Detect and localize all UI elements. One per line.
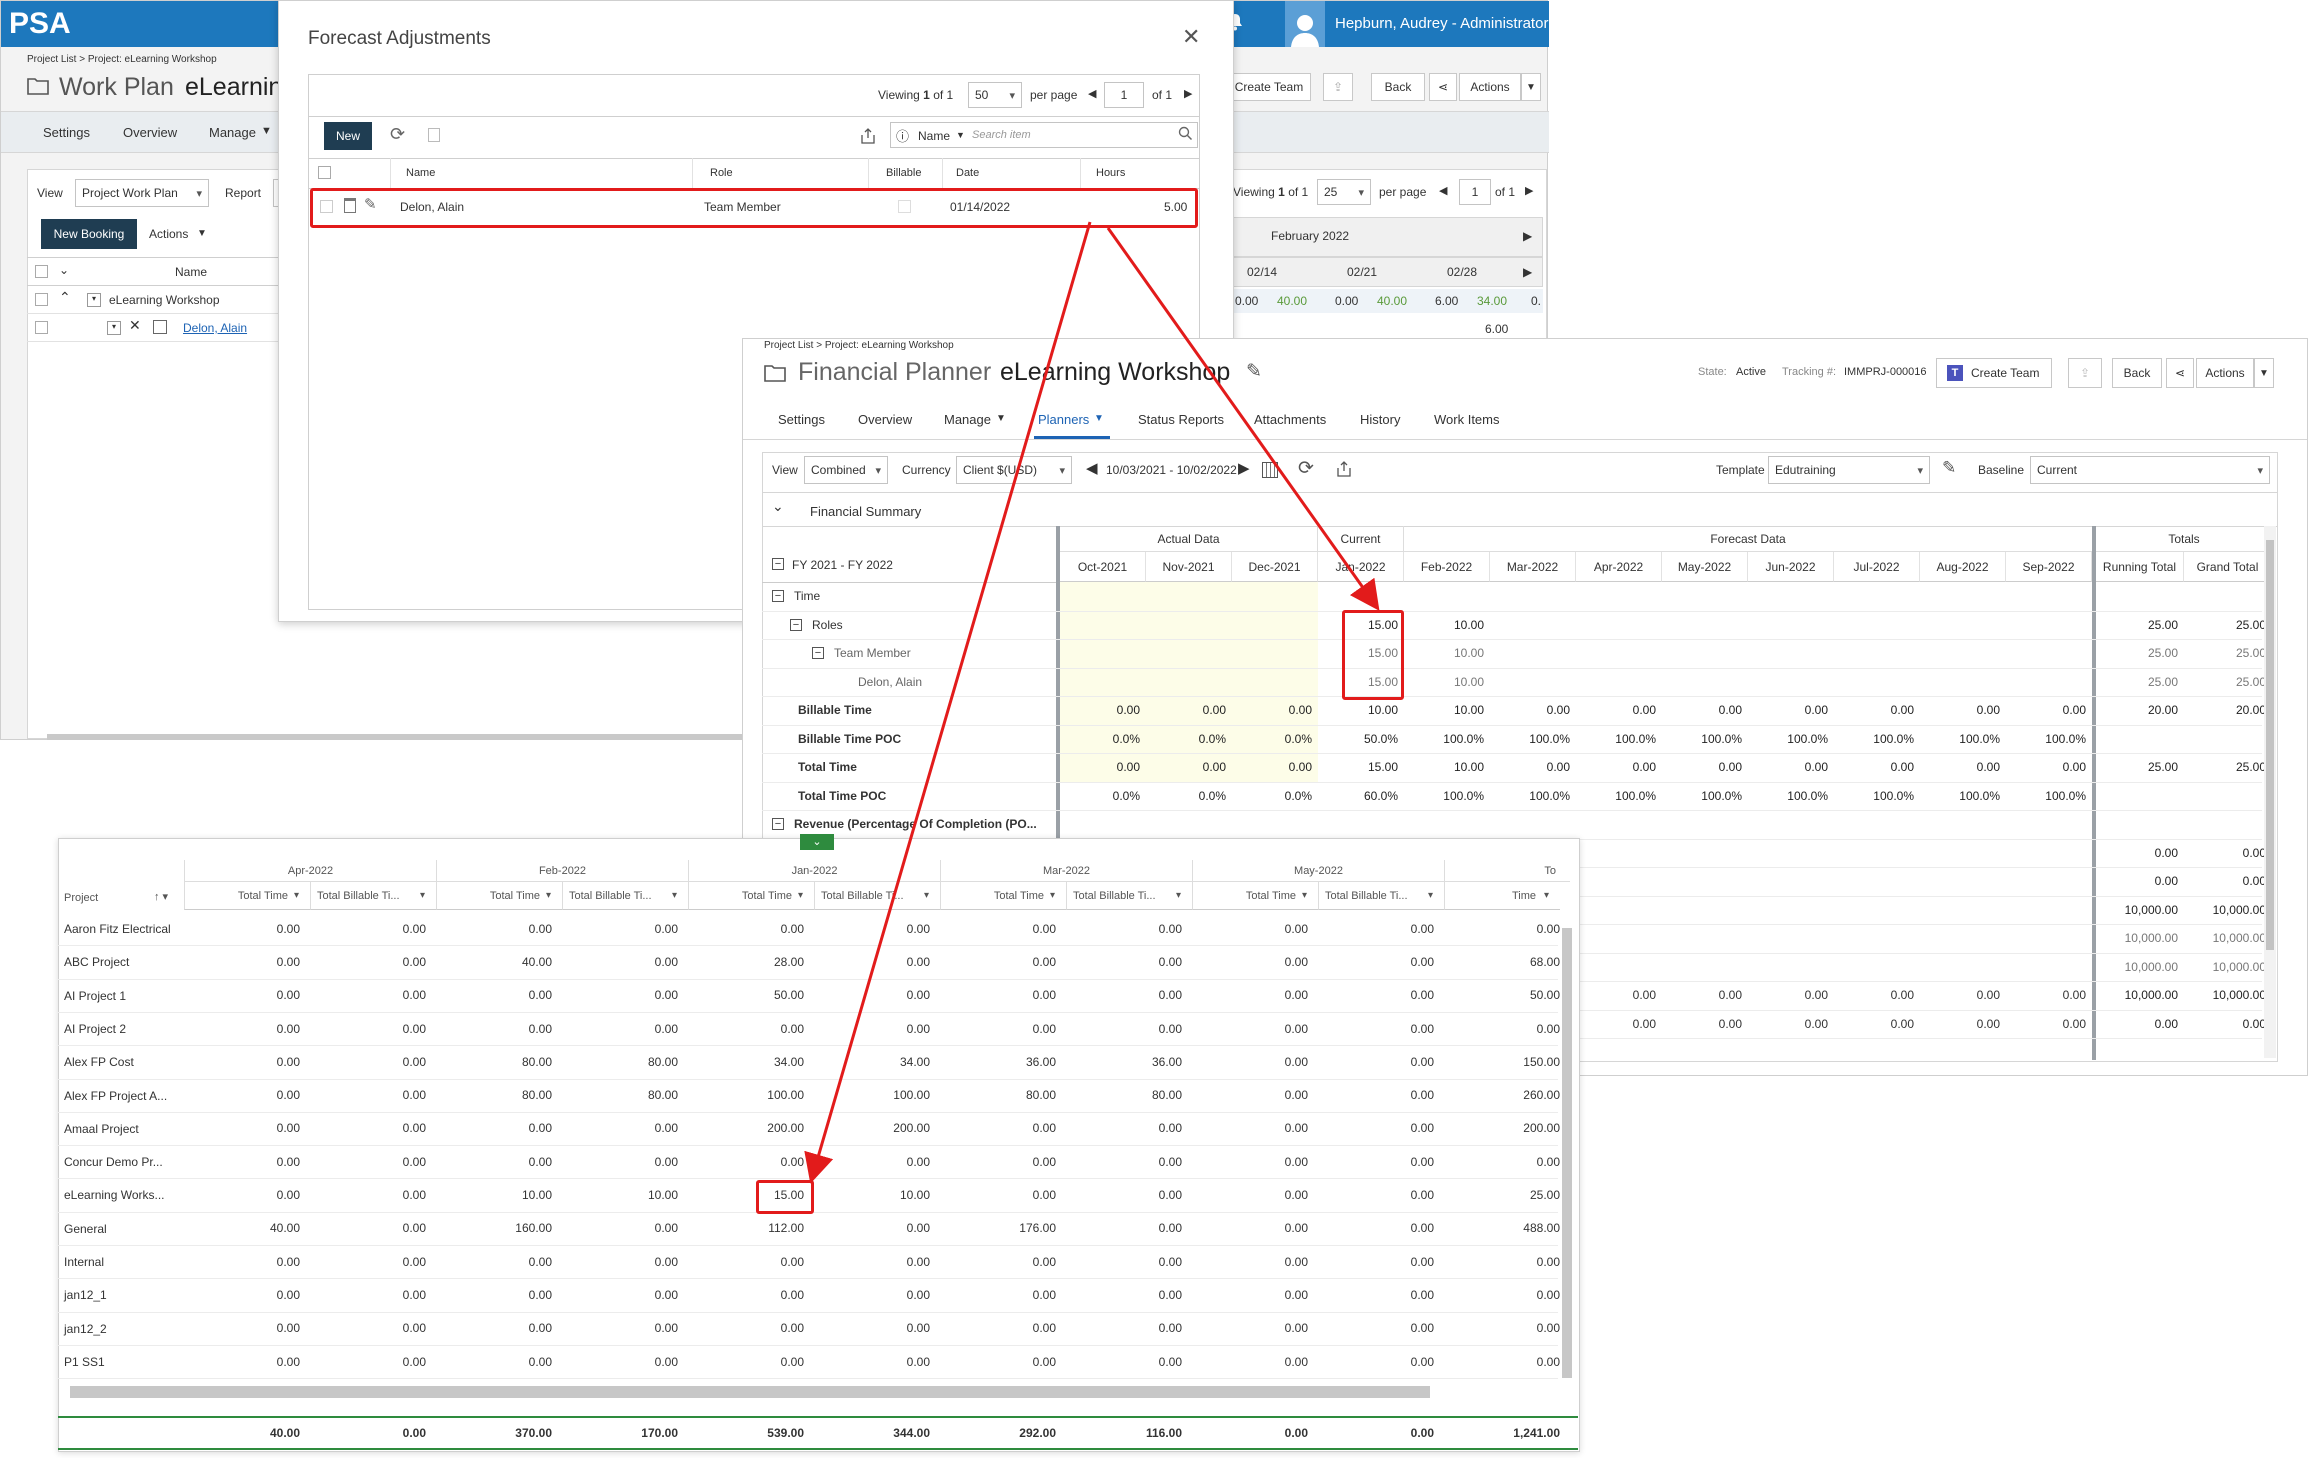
- arrow-to-financial: [1106, 227, 1380, 611]
- annotation-arrows: [804, 221, 1380, 1184]
- arrow-to-report: [804, 221, 1092, 1184]
